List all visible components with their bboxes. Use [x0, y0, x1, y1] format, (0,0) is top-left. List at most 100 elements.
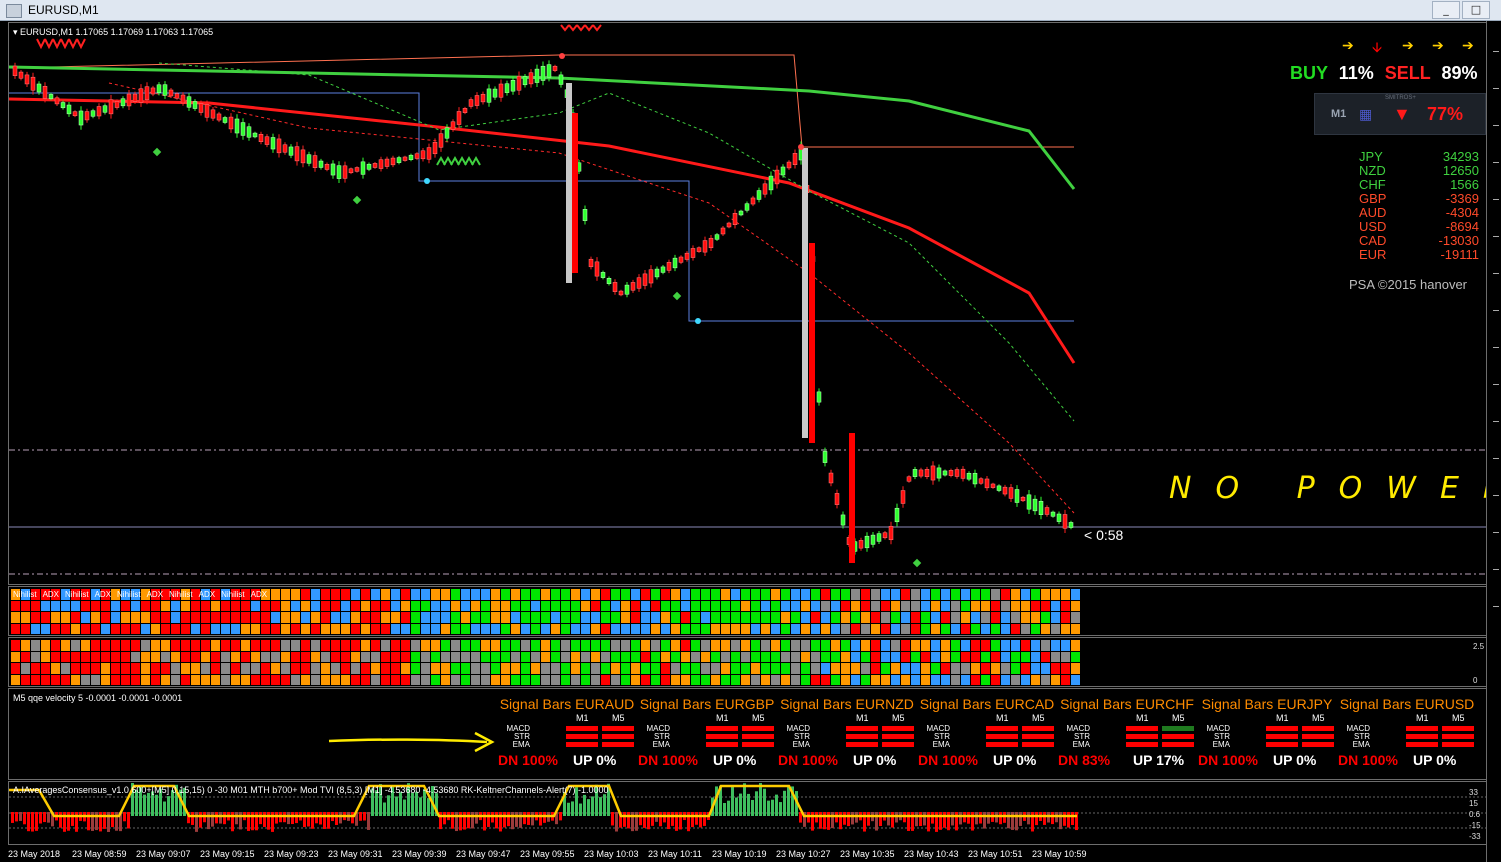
- indicator-cell: [831, 589, 840, 600]
- histogram-bar: [627, 812, 630, 829]
- indicator-cell: [291, 600, 300, 611]
- indicator-cell: [431, 589, 440, 600]
- indicator-cell: [301, 640, 310, 651]
- indicator-cell: [111, 623, 120, 634]
- window-titlebar: EURUSD,M1 _ □: [0, 0, 1501, 21]
- down-percent: DN 100%: [638, 752, 698, 768]
- histogram-bar: [467, 812, 470, 829]
- indicator-cell: [181, 651, 190, 662]
- indicator-cell: [1021, 640, 1030, 651]
- indicator-cell: [611, 640, 620, 651]
- candle: [678, 255, 684, 265]
- indicator-cell: [761, 640, 770, 651]
- chart-menu-triangle-icon[interactable]: ▾: [13, 27, 18, 37]
- histogram-bar: [667, 812, 670, 830]
- indicator-label: Nihilist: [13, 590, 37, 599]
- indicator-cell: [211, 651, 220, 662]
- indicator-cell: [381, 674, 390, 685]
- indicator-cell: [1001, 640, 1010, 651]
- indicator-cell: [971, 640, 980, 651]
- price-tick: [1493, 421, 1499, 422]
- indicator-cell: [761, 600, 770, 611]
- histogram-bar: [983, 812, 986, 829]
- candle-body: [222, 117, 228, 123]
- indicator-cell: [911, 663, 920, 674]
- indicator-cell: [951, 623, 960, 634]
- indicator-cell: [991, 612, 1000, 623]
- indicator-cell: [711, 640, 720, 651]
- indicator-cell: [151, 674, 160, 685]
- indicator-cell: [581, 623, 590, 634]
- candle: [870, 532, 876, 548]
- indicator-cell: [731, 589, 740, 600]
- indicator-cell: [291, 623, 300, 634]
- indicator-cell: [331, 612, 340, 623]
- candle: [732, 209, 738, 229]
- ema-label: EMA: [932, 740, 950, 749]
- indicator-label: ADX: [146, 590, 164, 599]
- indicator-cell: [551, 674, 560, 685]
- indicator-cell: [91, 612, 100, 623]
- histogram-bar: [915, 812, 918, 827]
- indicator-cell: [331, 589, 340, 600]
- price-tick: [1493, 199, 1499, 200]
- candle-body: [528, 72, 534, 85]
- candle-body: [264, 136, 270, 145]
- indicator-cell: [61, 600, 70, 611]
- main-chart[interactable]: ▾ EURUSD,M1 1.17065 1.17069 1.17063 1.17…: [8, 22, 1501, 585]
- indicator-cell: [541, 623, 550, 634]
- indicator-cell: [361, 651, 370, 662]
- m1-bar: [1266, 726, 1298, 731]
- signal-bars-block: Signal Bars EURAUD M1 M5 MACD STR EMA DN 100% U…: [498, 696, 636, 770]
- indicator-cell: [651, 663, 660, 674]
- indicator-cell: [101, 651, 110, 662]
- indicator-cell: [161, 651, 170, 662]
- candle: [210, 107, 216, 121]
- indicator-cell: [471, 651, 480, 662]
- indicator-cell: [731, 663, 740, 674]
- indicator-cell: [541, 640, 550, 651]
- candle-body: [1044, 507, 1050, 515]
- price-axis[interactable]: [1486, 21, 1501, 862]
- indicator-cell: [561, 640, 570, 651]
- indicator-cell: [51, 623, 60, 634]
- indicator-cell: [381, 640, 390, 651]
- indicator-cell: [711, 589, 720, 600]
- indicator-cell: [611, 589, 620, 600]
- histogram-bar: [15, 812, 18, 822]
- indicator-cell: [931, 663, 940, 674]
- signal-bars-block: Signal Bars EURUSD M1 M5 MACD STR EMA DN 100% U…: [1338, 696, 1476, 770]
- indicator-cell: [501, 674, 510, 685]
- indicator-cell: [511, 674, 520, 685]
- indicator-cell: [941, 663, 950, 674]
- indicator-cell: [801, 589, 810, 600]
- candle: [630, 279, 636, 293]
- signal-bars-block: Signal Bars EURNZD M1 M5 MACD STR EMA DN 100% U…: [778, 696, 916, 770]
- candle: [1056, 511, 1062, 525]
- direction-arrows: ➔ 🡫 ➔ ➔ ➔: [1342, 37, 1482, 59]
- candle-body: [708, 237, 714, 249]
- candle: [504, 80, 510, 96]
- indicator-cell: [1071, 674, 1080, 685]
- indicator-cell: [401, 663, 410, 674]
- indicator-cell: [791, 674, 800, 685]
- sell-arrow-marker: [44, 38, 54, 50]
- indicator-cell: [701, 640, 710, 651]
- candle: [1044, 505, 1050, 517]
- indicator-cell: [661, 589, 670, 600]
- indicator-cell: [1011, 612, 1020, 623]
- candle: [66, 102, 72, 117]
- indicator-label: Nihilist: [117, 590, 141, 599]
- histogram-bar: [315, 812, 318, 824]
- indicator-cell: [741, 651, 750, 662]
- minimize-button[interactable]: _: [1432, 1, 1460, 19]
- indicator-cell: [361, 589, 370, 600]
- indicator-cell: [321, 589, 330, 600]
- signal-bars-title: Signal Bars EURNZD: [780, 696, 914, 712]
- candle: [990, 482, 996, 489]
- indicator-cell: [481, 651, 490, 662]
- indicator-cell: [941, 640, 950, 651]
- indicator-cell: [601, 640, 610, 651]
- candle: [252, 131, 258, 139]
- maximize-button[interactable]: □: [1462, 1, 1490, 19]
